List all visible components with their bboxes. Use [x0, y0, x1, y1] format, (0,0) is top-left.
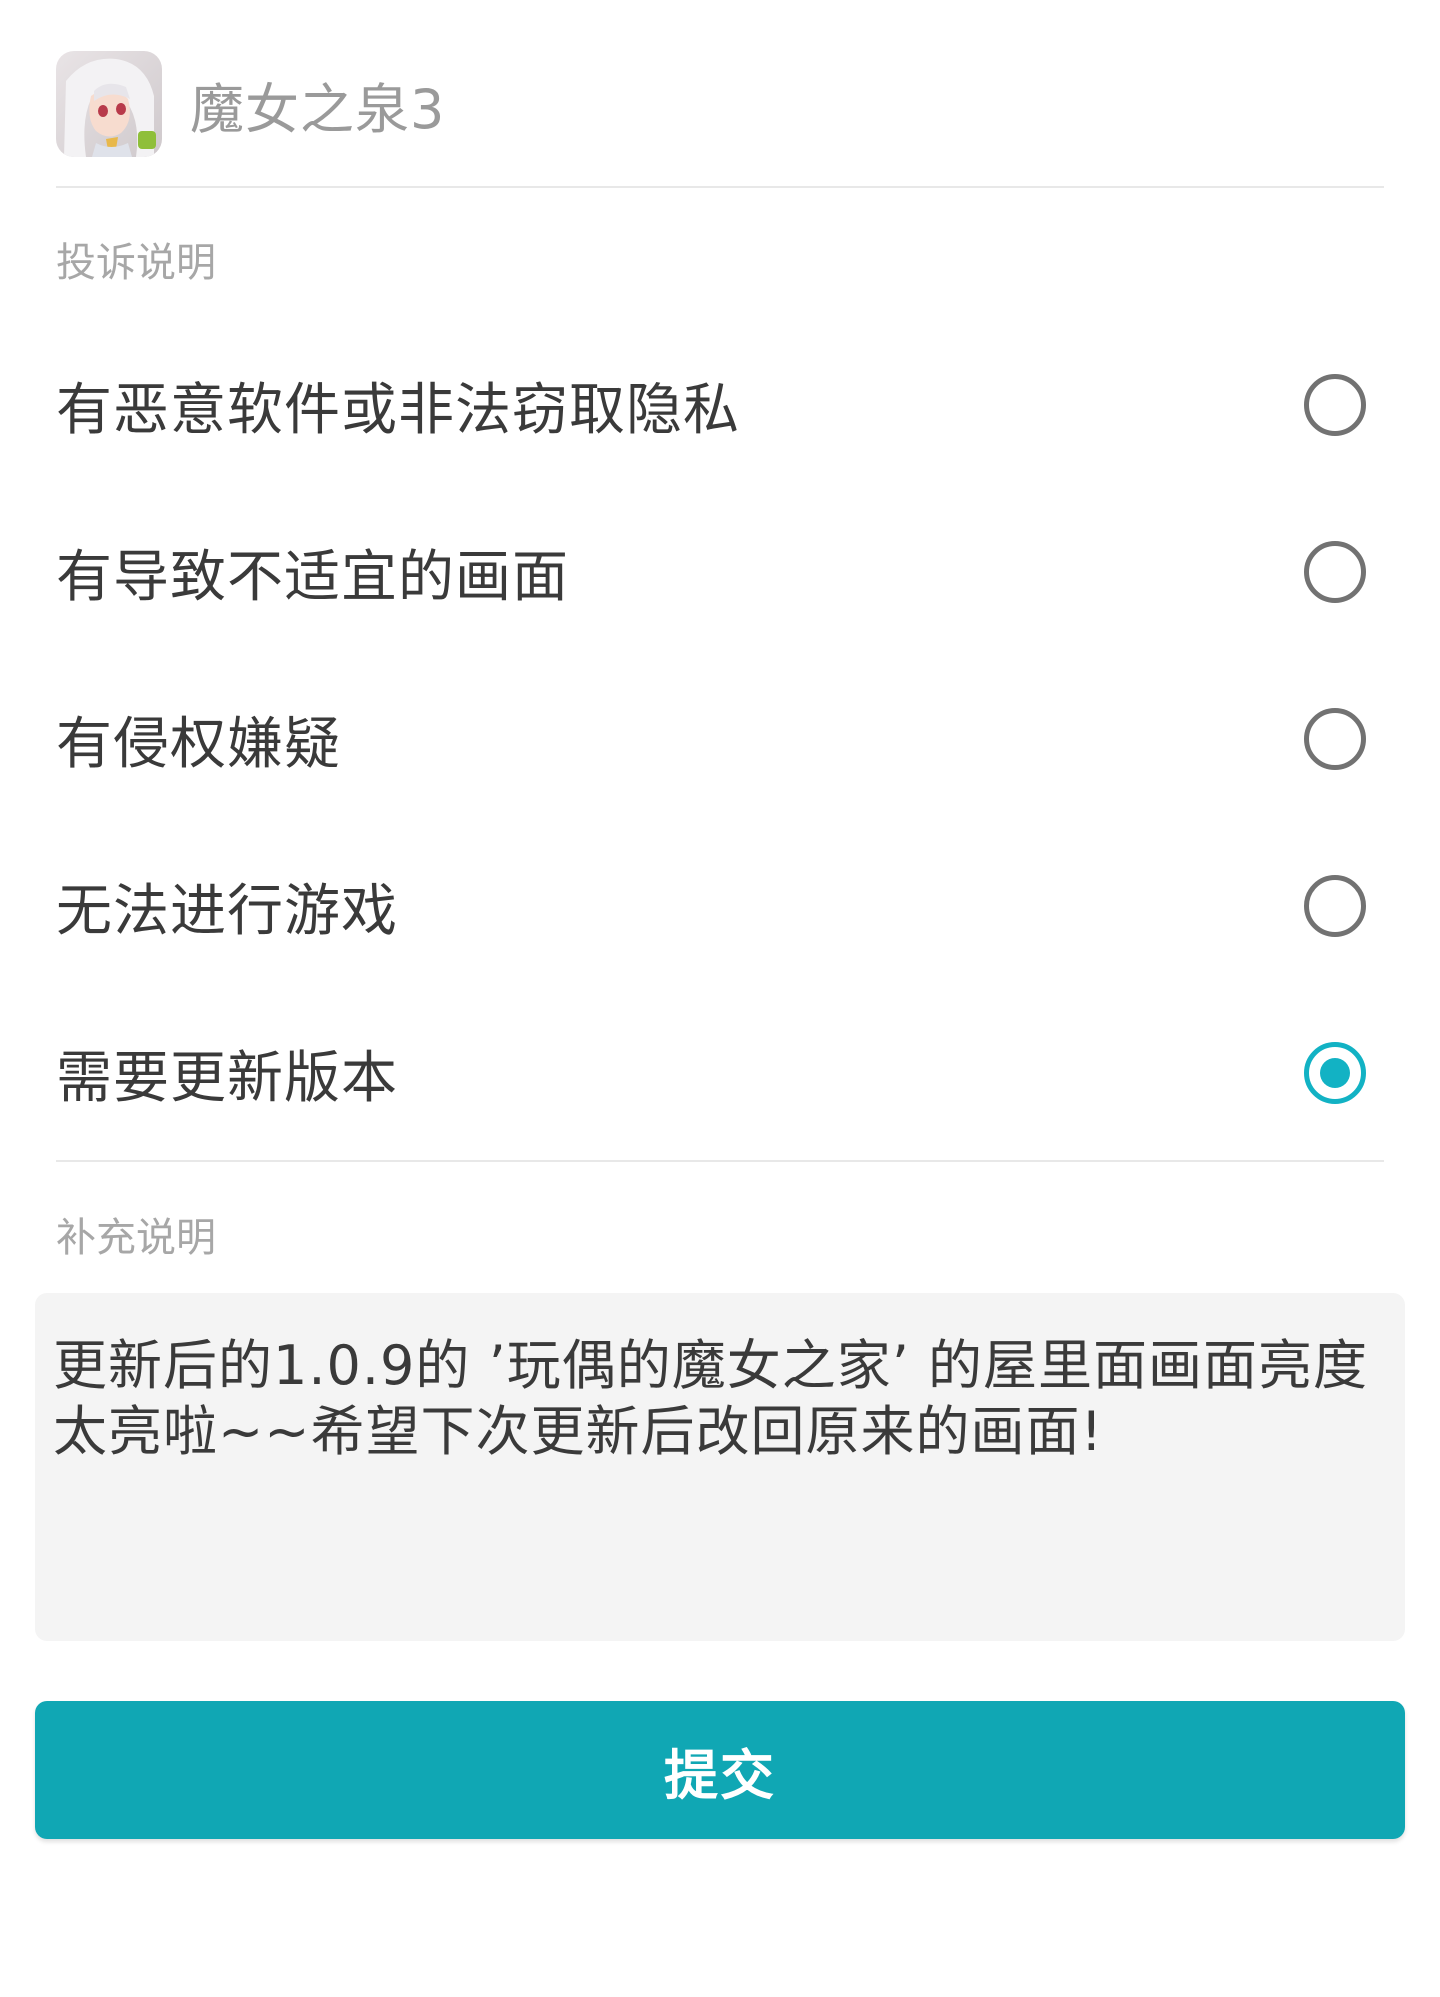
option-label: 有导致不适宜的画面 — [56, 544, 569, 610]
complaint-section-label: 投诉说明 — [56, 240, 216, 286]
radio-button[interactable] — [1304, 541, 1366, 603]
option-malware-privacy[interactable]: 有恶意软件或非法窃取隐私 — [56, 340, 1384, 470]
app-header: 魔女之泉3 — [56, 48, 1384, 188]
option-infringement[interactable]: 有侵权嫌疑 — [56, 674, 1384, 804]
supplement-textarea[interactable]: 更新后的1.0.9的 ’玩偶的魔女之家’ 的屋里面画面亮度太亮啦~~希望下次更新… — [35, 1293, 1405, 1641]
option-needs-update[interactable]: 需要更新版本 — [56, 1008, 1384, 1138]
option-inappropriate-content[interactable]: 有导致不适宜的画面 — [56, 507, 1384, 637]
option-cannot-play[interactable]: 无法进行游戏 — [56, 841, 1384, 971]
anime-girl-icon — [56, 51, 162, 157]
radio-button[interactable] — [1304, 875, 1366, 937]
option-label: 需要更新版本 — [56, 1045, 398, 1111]
radio-button[interactable] — [1304, 374, 1366, 436]
app-title: 魔女之泉3 — [190, 77, 446, 141]
supplement-section-label: 补充说明 — [56, 1215, 216, 1261]
option-label: 有恶意软件或非法窃取隐私 — [56, 377, 740, 443]
option-label: 有侵权嫌疑 — [56, 711, 341, 777]
option-label: 无法进行游戏 — [56, 878, 398, 944]
app-icon — [56, 51, 162, 157]
options-divider — [56, 1160, 1384, 1162]
radio-button[interactable] — [1304, 708, 1366, 770]
header-divider — [56, 186, 1384, 188]
radio-button-checked[interactable] — [1304, 1042, 1366, 1104]
submit-button[interactable]: 提交 — [35, 1701, 1405, 1839]
